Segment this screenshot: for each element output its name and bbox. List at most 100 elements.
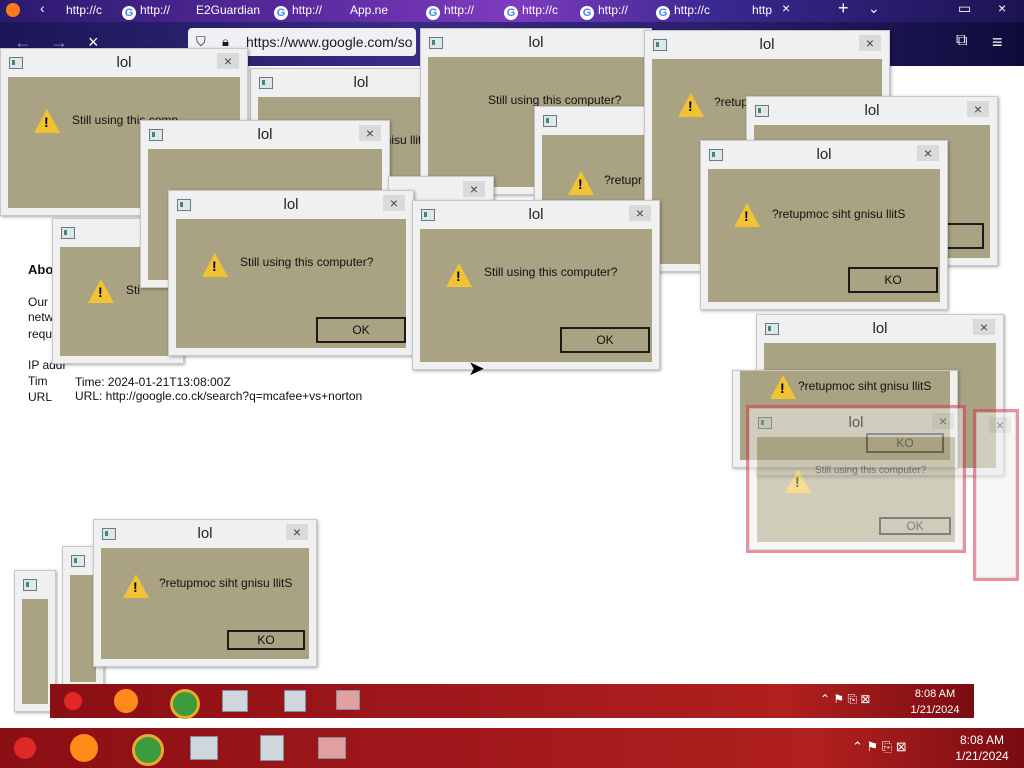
page-line-2: netw [28,310,54,324]
dialog-body: ! Still using this computer? OK [420,229,652,362]
dialog-title: lol [528,206,544,223]
browser-tab-bar: ‹ http://c Ghttp:// E2Guardian Ghttp:// … [0,0,1024,22]
warning-icon: ! [446,263,472,287]
dialog-message: Still using this computer? [484,265,618,279]
tab-4[interactable]: Ghttp:// [272,0,346,22]
minimize-icon[interactable]: ▭ [958,0,971,17]
time: 8:08 AM [959,733,1005,747]
dialog-body: ! ?retupmoc siht gnisu llitS KO [708,169,940,302]
tray-clock[interactable]: 8:08 AM 1/21/2024 [900,686,970,718]
close-button[interactable]: × [217,53,239,69]
dialog-title: lol [257,126,273,143]
app-icon [23,579,37,591]
dialog-title: lol [283,196,299,213]
app-window-icon[interactable] [190,736,218,760]
close-window-icon[interactable]: × [998,0,1006,16]
google-icon: G [656,6,670,20]
close-button[interactable]: × [629,205,651,221]
date: 1/21/2024 [955,749,1009,763]
tab-label: E2Guardian [196,3,261,17]
tab-5[interactable]: App.ne [350,0,424,22]
dialog-lol-fading: lol × ! Still using this computer? OK [746,405,966,553]
time-value: Time: 2024-01-21T13:08:00Z [75,375,231,389]
start-icon[interactable] [14,737,36,759]
start-icon[interactable] [64,692,82,710]
tab-2[interactable]: Ghttp:// [120,0,194,22]
dialog-message: Still using this computer? [240,255,374,269]
warning-icon: ! [734,203,760,227]
taskbar-echo: ⌃ ⚑ ⎘ ⊠ 8:08 AM 1/21/2024 [50,684,974,719]
close-button[interactable]: × [973,319,995,335]
tab-9[interactable]: Ghttp://c [654,0,728,22]
chrome-icon[interactable] [132,734,164,766]
briefcase-icon[interactable] [318,737,346,759]
tab-scroll-left-icon[interactable]: ‹ [40,0,45,16]
close-button[interactable]: × [989,417,1011,433]
ok-button[interactable]: OK [560,327,650,353]
tab-label: http://c [674,3,711,17]
url-value: URL: http://google.co.ck/search?q=mcafee… [75,389,363,403]
ok-button[interactable]: OK [879,517,951,535]
warning-icon: ! [34,109,60,133]
close-button[interactable]: × [917,145,939,161]
ok-button[interactable]: KO [848,267,938,293]
briefcase-icon[interactable] [336,690,360,710]
warning-icon: ! [770,375,796,399]
dialog-title: lol [848,414,864,431]
tab-7[interactable]: Ghttp://c [502,0,576,22]
dialog-message: ?retupmoc siht gnisu llitS [772,207,906,221]
dialog-title: lol [864,102,880,119]
close-button[interactable]: × [286,524,308,540]
tab-label: http:// [292,3,323,17]
ok-button[interactable]: KO [227,630,305,650]
warning-icon: ! [202,253,228,277]
time-label: Tim [28,374,48,388]
close-button[interactable]: × [932,413,954,429]
app-icon [543,115,557,127]
ok-button[interactable]: OK [316,317,406,343]
firefox-icon[interactable] [6,3,20,17]
dialog-lol: lol × ! Still using this computer? OK [412,200,660,370]
google-icon: G [274,6,288,20]
app-window-icon[interactable] [222,690,248,712]
warning-icon: ! [88,279,114,303]
firefox-icon[interactable] [70,734,98,762]
page-heading: Abo [28,262,54,277]
dialog-title: lol [528,34,544,51]
chevron-down-icon[interactable]: ⌄ [868,0,880,17]
tab-label: http [752,3,773,17]
close-tab-icon[interactable]: × [782,0,790,16]
tab-label: http://c [522,3,559,17]
document-icon[interactable] [260,735,284,761]
close-button[interactable]: × [383,195,405,211]
close-button[interactable]: × [859,35,881,51]
dialog-title: lol [116,54,132,71]
tray-icons[interactable]: ⌃ ⚑ ⎘ ⊠ [852,739,907,755]
new-tab-icon[interactable]: + [838,0,849,19]
tab-8[interactable]: Ghttp:// [578,0,652,22]
dialog-title: lol [816,146,832,163]
close-button[interactable]: × [463,181,485,197]
dialog-body: ! Still using this computer? OK [176,219,406,348]
close-button[interactable]: × [967,101,989,117]
dialog-lol: lol × ! ?retupmoc siht gnisu llitS KO [93,519,317,667]
document-icon[interactable] [284,690,306,712]
tab-6[interactable]: Ghttp:// [424,0,498,22]
tray-clock[interactable]: 8:08 AM 1/21/2024 [946,732,1018,764]
menu-icon[interactable]: ≡ [992,32,1003,53]
tab-3[interactable]: E2Guardian [196,0,270,22]
firefox-icon[interactable] [114,689,138,713]
dialog-body [22,599,48,704]
chrome-icon[interactable] [170,689,200,719]
close-button[interactable]: × [359,125,381,141]
tray-icons[interactable]: ⌃ ⚑ ⎘ ⊠ [820,692,870,707]
page-line-1: Our [28,295,49,309]
extensions-icon[interactable]: ⧉ [956,32,967,50]
warning-icon: ! [568,171,594,195]
tab-label: http:// [444,3,475,17]
tab-label: http:// [140,3,171,17]
dialog-lol-fading: × [973,409,1019,581]
app-icon [71,555,85,567]
google-icon: G [504,6,518,20]
dialog-message: Still using this computer? [815,465,927,476]
